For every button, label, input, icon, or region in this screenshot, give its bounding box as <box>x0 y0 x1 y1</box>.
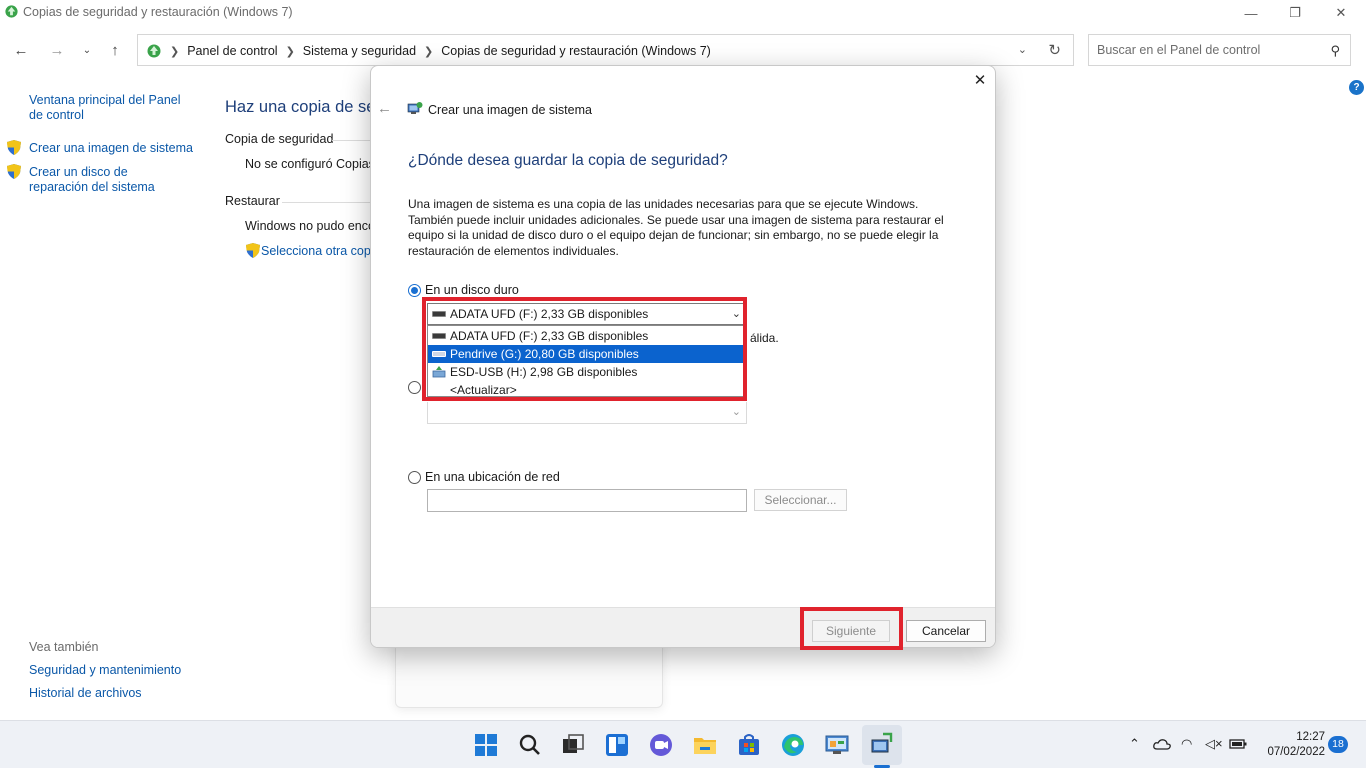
back-arrow-icon[interactable]: ← <box>10 40 32 60</box>
search-icon[interactable]: ⚲ <box>1330 43 1340 59</box>
clock-time: 12:27 <box>1296 731 1325 743</box>
page-title: Haz una copia de seg <box>225 98 385 116</box>
minimize-button[interactable]: — <box>1228 0 1274 26</box>
select-network-button[interactable]: Seleccionar... <box>754 489 847 511</box>
search-box[interactable]: ⚲ <box>1088 34 1351 66</box>
search-icon[interactable] <box>517 732 543 758</box>
see-also-file-history-link[interactable]: Historial de archivos <box>29 686 142 701</box>
drive-option-label: ESD-USB (H:) 2,98 GB disponibles <box>450 365 638 379</box>
widgets-icon[interactable] <box>604 732 630 758</box>
start-icon[interactable] <box>473 732 499 758</box>
chevron-down-icon[interactable]: ⌄ <box>732 307 741 320</box>
chevron-down-icon[interactable]: ⌄ <box>732 405 741 418</box>
backup-icon[interactable] <box>869 732 895 758</box>
cancel-button[interactable]: Cancelar <box>906 620 986 642</box>
refresh-option[interactable]: <Actualizar> <box>428 381 746 399</box>
shield-icon <box>7 140 21 155</box>
onedrive-icon[interactable] <box>1153 738 1171 750</box>
warning-text: álida. <box>750 331 779 345</box>
refresh-option-label: <Actualizar> <box>450 383 517 397</box>
drive-option[interactable]: ESD-USB (H:) 2,98 GB disponibles <box>428 363 746 381</box>
shield-icon <box>246 243 260 258</box>
system-image-icon <box>407 102 423 114</box>
network-radio-label[interactable]: En una ubicación de red <box>425 470 560 484</box>
setup-drive-icon <box>432 366 446 378</box>
chevron-right-icon: ❯ <box>285 45 295 58</box>
hard-disk-radio[interactable] <box>408 284 421 297</box>
usb-drive-icon <box>432 311 446 317</box>
up-arrow-icon[interactable]: ↑ <box>104 40 126 60</box>
taskbar: ⌃ ◠ ◁× 12:27 07/02/2022 18 <box>0 720 1366 768</box>
chat-icon[interactable] <box>648 732 674 758</box>
recent-locations-chevron-icon[interactable]: ⌄ <box>76 40 98 60</box>
drive-option-selected[interactable]: Pendrive (G:) 20,80 GB disponibles <box>428 345 746 363</box>
drive-option[interactable]: ADATA UFD (F:) 2,33 GB disponibles <box>428 327 746 345</box>
edge-icon[interactable] <box>780 732 806 758</box>
volume-muted-icon[interactable]: ◁× <box>1205 736 1223 752</box>
drive-option-label: ADATA UFD (F:) 2,33 GB disponibles <box>450 329 649 343</box>
dvd-select[interactable]: ⌄ <box>427 402 747 424</box>
chevron-right-icon: ❯ <box>170 45 180 58</box>
refresh-icon[interactable]: ↻ <box>1048 41 1061 59</box>
restore-section-heading: Restaurar <box>225 194 280 208</box>
breadcrumb-item[interactable]: Panel de control <box>187 44 277 58</box>
dialog-title: Crear una imagen de sistema <box>428 103 592 117</box>
backup-status-text: No se configuró Copias <box>245 157 375 171</box>
wifi-icon[interactable]: ◠ <box>1181 736 1192 752</box>
next-button[interactable]: Siguiente <box>812 620 890 642</box>
breadcrumb: ❯ Panel de control ❯ Sistema y seguridad… <box>146 43 711 59</box>
breadcrumb-item[interactable]: Sistema y seguridad <box>303 44 416 58</box>
close-button[interactable]: ✕ <box>1318 0 1364 26</box>
shield-icon <box>7 164 21 179</box>
sidebar-main-link[interactable]: Ventana principal del Panel de control <box>29 93 194 123</box>
drive-select[interactable]: ADATA UFD (F:) 2,33 GB disponibles ⌄ <box>427 303 747 325</box>
dialog-footer: Siguiente Cancelar <box>371 607 995 647</box>
select-other-backup-link[interactable]: Selecciona otra copia <box>261 244 381 258</box>
restore-status-text: Windows no pudo enco <box>245 219 375 233</box>
task-view-icon[interactable] <box>560 732 586 758</box>
window-title: Copias de seguridad y restauración (Wind… <box>23 5 293 19</box>
drive-dropdown-list: ADATA UFD (F:) 2,33 GB disponibles Pendr… <box>427 325 747 397</box>
help-icon[interactable]: ? <box>1349 80 1364 95</box>
search-input[interactable] <box>1097 43 1317 57</box>
chevron-up-icon[interactable]: ⌃ <box>1129 736 1140 752</box>
dialog-heading: ¿Dónde desea guardar la copia de segurid… <box>408 152 728 169</box>
backup-app-icon <box>5 5 18 18</box>
backup-section-heading: Copia de seguridad <box>225 132 334 146</box>
title-bar: Copias de seguridad y restauración (Wind… <box>0 0 1366 26</box>
dialog-description: Una imagen de sistema es una copia de la… <box>408 197 944 258</box>
restore-button[interactable]: ❐ <box>1272 0 1318 26</box>
network-radio[interactable] <box>408 471 421 484</box>
control-panel-icon <box>147 44 161 58</box>
see-also-heading: Vea también <box>29 640 99 654</box>
drive-select-value: ADATA UFD (F:) 2,33 GB disponibles <box>450 307 649 321</box>
store-icon[interactable] <box>736 732 762 758</box>
control-panel-icon[interactable] <box>824 732 850 758</box>
notification-badge[interactable]: 18 <box>1328 736 1348 753</box>
back-arrow-icon[interactable]: ← <box>377 100 392 117</box>
clock-date: 07/02/2022 <box>1267 746 1325 758</box>
navigation-bar: ← → ⌄ ↑ ❯ Panel de control ❯ Sistema y s… <box>0 34 1366 66</box>
see-also-security-link[interactable]: Seguridad y mantenimiento <box>29 663 181 678</box>
usb-drive-icon <box>432 333 446 339</box>
usb-drive-icon <box>432 351 446 357</box>
forward-arrow-icon[interactable]: → <box>46 40 68 60</box>
battery-icon[interactable] <box>1229 738 1247 750</box>
network-location-input[interactable] <box>427 489 747 512</box>
address-dropdown-icon[interactable]: ⌄ <box>1018 43 1027 56</box>
drive-option-label: Pendrive (G:) 20,80 GB disponibles <box>450 347 639 361</box>
hard-disk-radio-label[interactable]: En un disco duro <box>425 283 519 297</box>
divider <box>332 140 372 141</box>
sidebar-item-create-system-image[interactable]: Crear una imagen de sistema <box>29 141 199 156</box>
sidebar-item-create-repair-disc[interactable]: Crear un disco de reparación del sistema <box>29 165 189 195</box>
address-bar[interactable]: ❯ Panel de control ❯ Sistema y seguridad… <box>137 34 1074 66</box>
breadcrumb-item[interactable]: Copias de seguridad y restauración (Wind… <box>441 44 711 58</box>
dvd-radio[interactable] <box>408 381 421 394</box>
clock[interactable]: 12:27 07/02/2022 <box>1255 730 1325 760</box>
divider <box>282 202 372 203</box>
chevron-right-icon: ❯ <box>424 45 434 58</box>
file-explorer-icon[interactable] <box>692 732 718 758</box>
close-icon[interactable]: ✕ <box>969 69 991 91</box>
create-system-image-dialog: ✕ ← Crear una imagen de sistema ¿Dónde d… <box>370 65 996 648</box>
